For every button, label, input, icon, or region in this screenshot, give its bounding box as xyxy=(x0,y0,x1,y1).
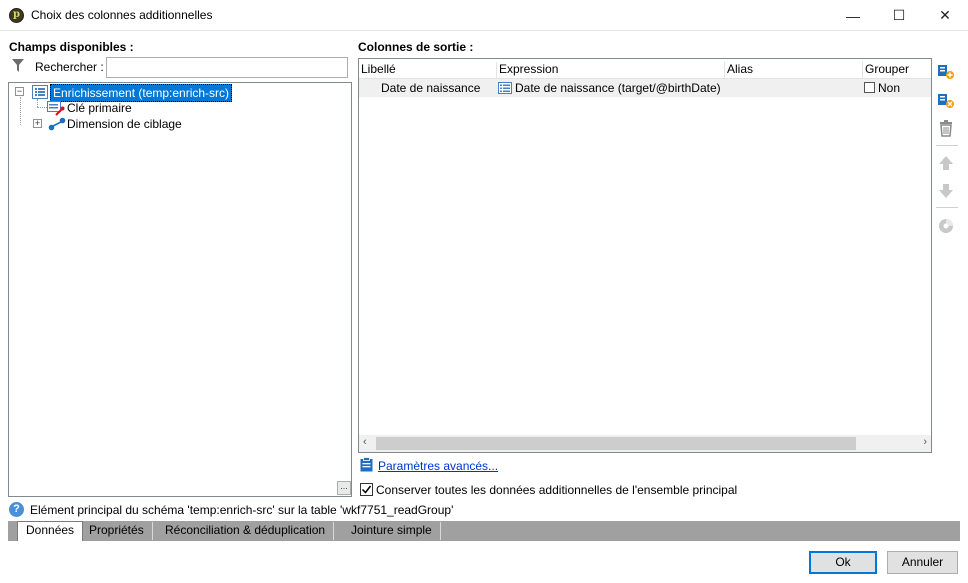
ok-button[interactable]: Ok xyxy=(809,551,877,574)
delete-icon[interactable] xyxy=(937,119,955,137)
search-label: Rechercher : xyxy=(35,60,104,74)
link-icon xyxy=(48,117,66,131)
cell-libelle[interactable]: Date de naissance xyxy=(381,79,480,97)
scroll-thumb[interactable] xyxy=(376,437,856,450)
close-button[interactable]: ✕ xyxy=(922,0,968,31)
status-text: Elément principal du schéma 'temp:enrich… xyxy=(30,503,454,517)
minimize-button[interactable]: — xyxy=(830,0,876,31)
filter-icon[interactable] xyxy=(12,59,24,73)
clipboard-icon xyxy=(360,457,373,472)
fields-tree[interactable]: − Enrichissement (temp:enrich-src) Clé p… xyxy=(8,82,352,497)
column-header-expression[interactable]: Expression xyxy=(496,62,558,78)
help-icon: ? xyxy=(9,502,24,517)
search-input[interactable] xyxy=(106,57,348,78)
column-header-alias[interactable]: Alias xyxy=(724,62,753,78)
toolbar-separator xyxy=(936,207,958,208)
advanced-settings-link[interactable]: Paramètres avancés... xyxy=(378,459,498,473)
app-icon: p xyxy=(9,8,24,23)
move-down-icon[interactable] xyxy=(937,182,955,200)
tab-reconciliation[interactable]: Réconciliation & déduplication xyxy=(157,522,335,540)
horizontal-scrollbar[interactable]: ‹ › xyxy=(359,435,931,452)
cancel-button[interactable]: Annuler xyxy=(887,551,958,574)
keep-all-label: Conserver toutes les données additionnel… xyxy=(376,483,738,497)
expression-list-icon xyxy=(498,82,512,94)
expand-icon[interactable]: + xyxy=(33,119,42,128)
distribution-icon[interactable] xyxy=(937,217,955,235)
tab-donnees[interactable]: Données xyxy=(17,521,84,541)
tab-jointure-simple[interactable]: Jointure simple xyxy=(343,522,441,540)
column-header-libelle[interactable]: Libellé xyxy=(359,62,396,78)
window-title: Choix des colonnes additionnelles xyxy=(31,8,213,22)
checkmark-icon xyxy=(361,485,372,494)
maximize-button[interactable]: ☐ xyxy=(876,0,922,31)
tab-bar: Données Propriétés Réconciliation & dédu… xyxy=(8,521,960,541)
output-columns-grid[interactable]: Libellé Expression Alias Grouper Date de… xyxy=(358,58,932,453)
primary-key-icon xyxy=(47,101,65,116)
tree-item-label: Clé primaire xyxy=(67,101,132,115)
scroll-right-icon[interactable]: › xyxy=(923,436,927,448)
more-options-button[interactable]: … xyxy=(337,481,351,495)
available-fields-label: Champs disponibles : xyxy=(9,40,134,54)
collapse-icon[interactable]: − xyxy=(15,87,24,96)
tab-proprietes[interactable]: Propriétés xyxy=(81,522,153,540)
keep-all-checkbox[interactable] xyxy=(360,483,373,496)
toolbar-separator xyxy=(936,145,958,146)
column-header-grouper[interactable]: Grouper xyxy=(862,62,909,78)
list-icon xyxy=(32,85,48,99)
grid-header: Libellé Expression Alias Grouper xyxy=(359,59,931,79)
grouper-checkbox[interactable] xyxy=(864,82,875,93)
scroll-left-icon[interactable]: ‹ xyxy=(363,436,367,448)
add-column-icon[interactable] xyxy=(937,62,955,80)
cell-grouper: Non xyxy=(878,81,901,95)
tree-item-label: Dimension de ciblage xyxy=(67,117,182,131)
output-columns-label: Colonnes de sortie : xyxy=(358,40,474,54)
add-expression-icon[interactable] xyxy=(937,91,955,109)
title-bar: p Choix des colonnes additionnelles — ☐ … xyxy=(0,0,968,31)
cell-expression[interactable]: Date de naissance (target/@birthDate) xyxy=(515,79,721,97)
move-up-icon[interactable] xyxy=(937,154,955,172)
table-row[interactable]: Date de naissance Date de naissance (tar… xyxy=(359,79,931,97)
